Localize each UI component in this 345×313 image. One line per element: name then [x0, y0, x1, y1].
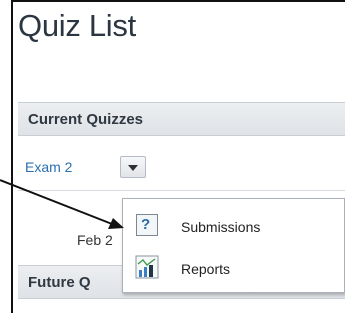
callout-arrow — [0, 179, 124, 229]
